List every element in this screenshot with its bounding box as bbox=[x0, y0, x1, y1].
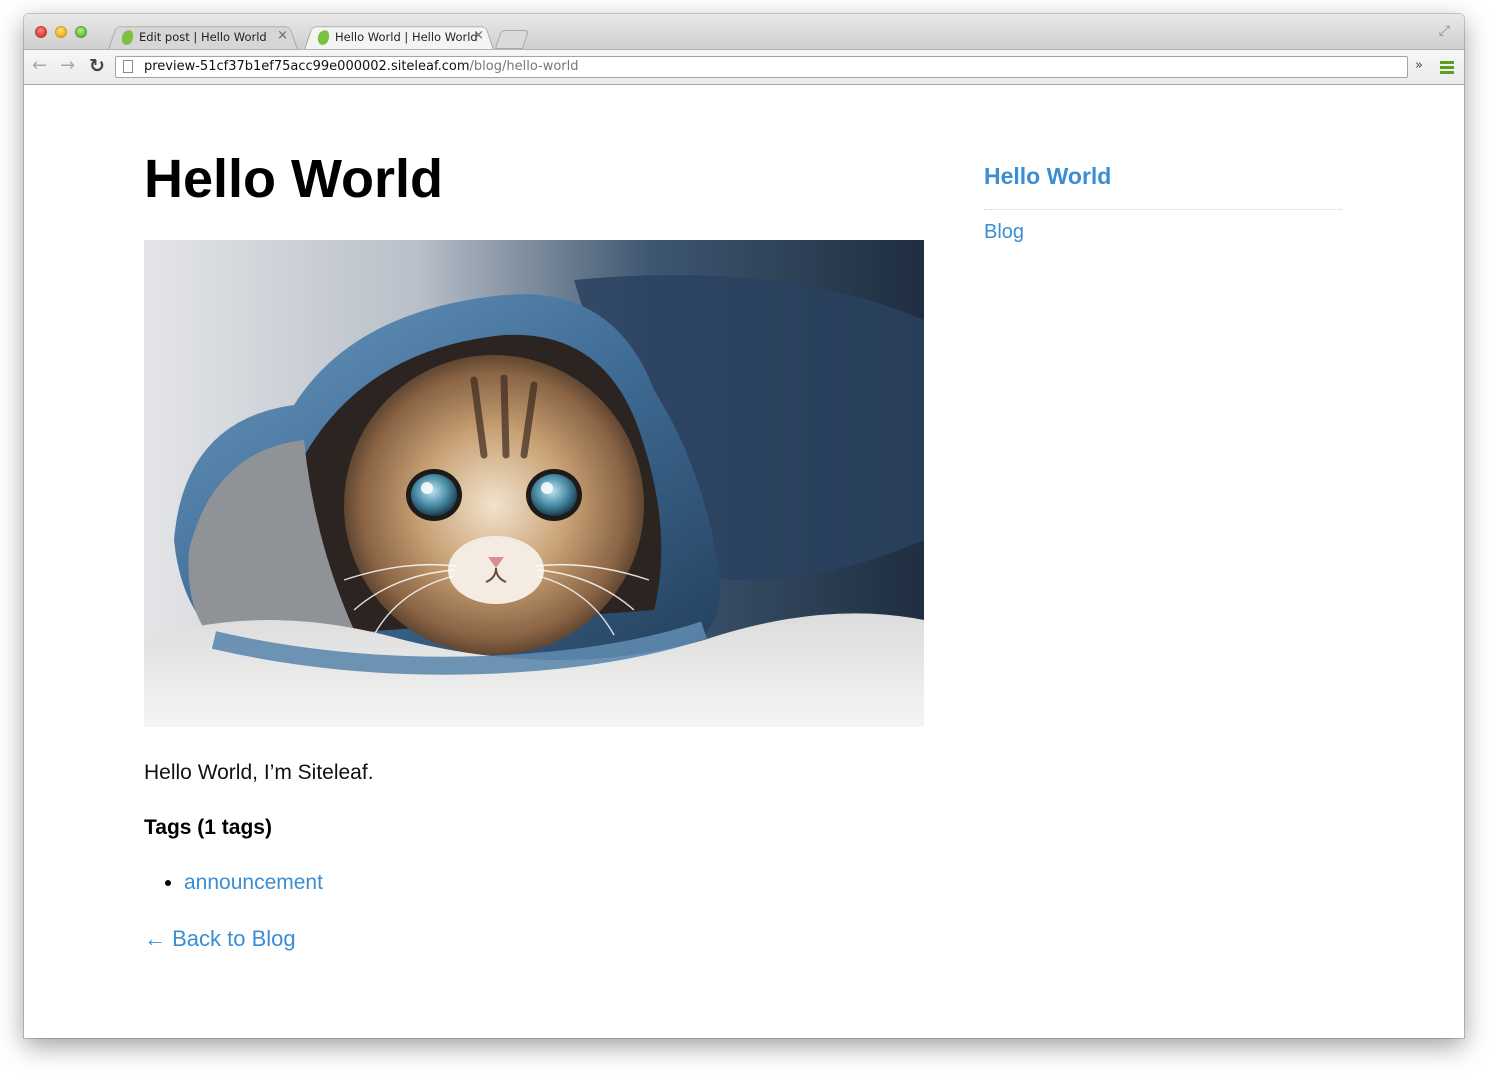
url-host: preview-51cf37b1ef75acc99e000002.sitelea… bbox=[144, 59, 470, 74]
url-text[interactable]: preview-51cf37b1ef75acc99e000002.sitelea… bbox=[144, 59, 579, 74]
fullscreen-icon[interactable]: ⤢ bbox=[1439, 23, 1450, 39]
tab-strip: Edit post | Hello World × Hello World | … bbox=[24, 14, 1464, 50]
forward-arrow-icon[interactable]: → bbox=[60, 56, 75, 76]
menu-icon[interactable] bbox=[1440, 61, 1454, 76]
browser-window: Edit post | Hello World × Hello World | … bbox=[24, 14, 1464, 1038]
url-path: /blog/hello-world bbox=[469, 59, 579, 74]
address-bar[interactable]: preview-51cf37b1ef75acc99e000002.sitelea… bbox=[115, 56, 1408, 78]
post-title: Hello World bbox=[144, 149, 444, 209]
page-icon bbox=[123, 60, 133, 73]
new-tab-button[interactable] bbox=[494, 30, 530, 49]
tab-close-icon[interactable]: × bbox=[277, 28, 288, 43]
close-window-button[interactable] bbox=[35, 26, 47, 38]
tab-close-icon[interactable]: × bbox=[473, 28, 484, 43]
sidebar-item-blog[interactable]: Blog bbox=[984, 221, 1024, 244]
tag-link-announcement[interactable]: announcement bbox=[184, 871, 323, 894]
browser-toolbar: ← → ↻ preview-51cf37b1ef75acc99e000002.s… bbox=[24, 49, 1464, 85]
reload-icon[interactable]: ↻ bbox=[89, 56, 105, 76]
minimize-window-button[interactable] bbox=[55, 26, 67, 38]
tag-list: announcement bbox=[144, 871, 323, 895]
page-content: Hello World Hello World, I’m Siteleaf. T… bbox=[24, 85, 1464, 1038]
site-title-link[interactable]: Hello World bbox=[984, 163, 1111, 190]
sidebar-divider bbox=[984, 209, 1342, 210]
tab-title: Hello World | Hello World bbox=[335, 30, 478, 44]
tab-hello-world[interactable]: Hello World | Hello World × bbox=[304, 24, 494, 50]
tags-heading: Tags (1 tags) bbox=[144, 816, 272, 839]
back-arrow-icon[interactable]: ← bbox=[32, 56, 47, 76]
post-body-text: Hello World, I’m Siteleaf. bbox=[144, 761, 374, 784]
tab-edit-post[interactable]: Edit post | Hello World × bbox=[108, 24, 298, 50]
post-image bbox=[144, 240, 924, 727]
back-to-blog-link[interactable]: ← Back to Blog bbox=[144, 926, 296, 952]
tab-title: Edit post | Hello World bbox=[139, 30, 267, 44]
list-item: announcement bbox=[184, 871, 323, 895]
extensions-chevron-icon[interactable]: » bbox=[1415, 58, 1423, 73]
zoom-window-button[interactable] bbox=[75, 26, 87, 38]
